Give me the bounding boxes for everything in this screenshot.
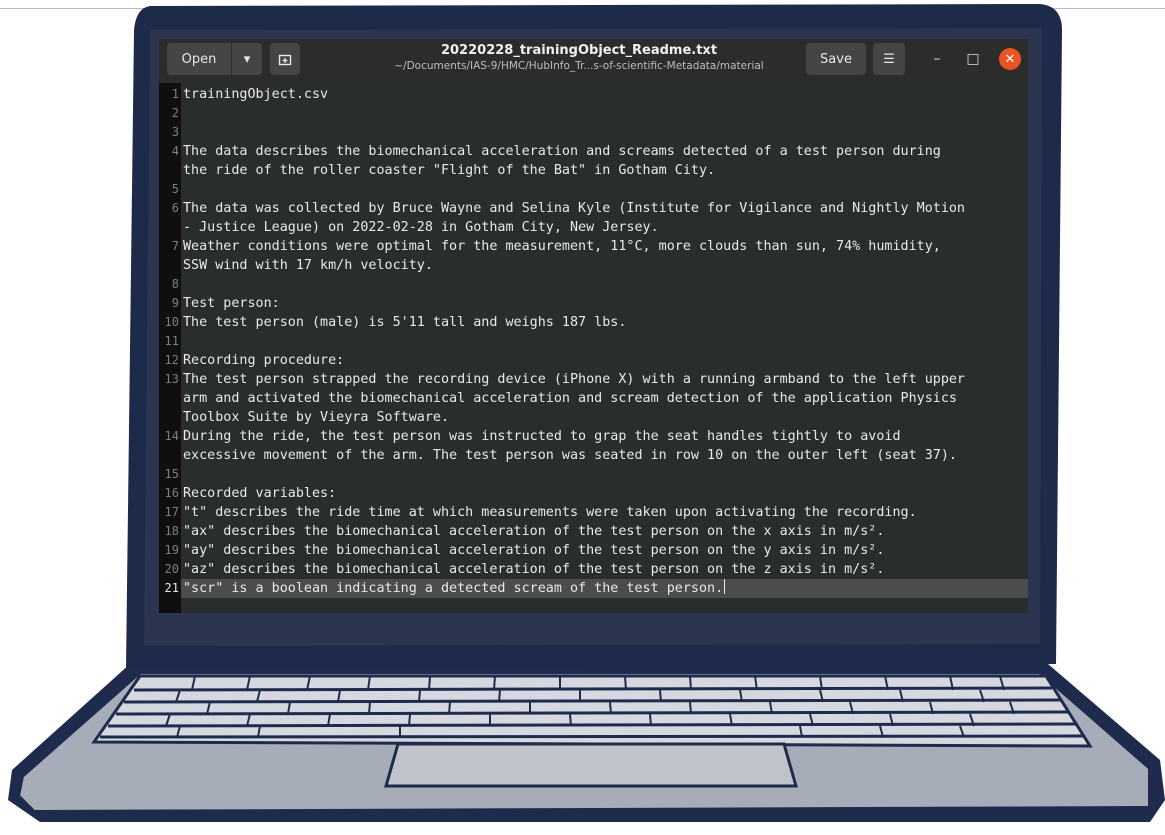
- line-number: 17: [164, 505, 179, 519]
- main-menu-button[interactable]: ☰: [873, 43, 905, 75]
- line-text: trainingObject.csv: [183, 87, 329, 102]
- file-path: ~/Documents/IAS-9/HMC/HubInfo_Tr...s-of-…: [394, 60, 764, 72]
- text-editor-area[interactable]: 1 trainingObject.csv 2 3 4 The data describes…: [159, 83, 1028, 613]
- editor-line[interactable]: 6 The data was collected by Bruce Wayne a…: [159, 199, 1028, 237]
- line-text: "t" describes the ride time at which mea…: [183, 505, 917, 520]
- save-button[interactable]: Save: [806, 43, 866, 75]
- editor-line[interactable]: 19 "ay" describes the biomechanical accel…: [159, 541, 1028, 560]
- line-text: "ay" describes the biomechanical acceler…: [183, 543, 885, 558]
- editor-line[interactable]: 10 The test person (male) is 5'11 tall an…: [159, 313, 1028, 332]
- line-number: 20: [164, 562, 179, 576]
- line-number: 15: [164, 467, 179, 481]
- editor-line[interactable]: 13 The test person strapped the recording…: [159, 370, 1028, 427]
- editor-line[interactable]: 14 During the ride, the test person was i…: [159, 427, 1028, 465]
- window-title: 20220228_trainingObject_Readme.txt: [440, 43, 718, 58]
- editor-line[interactable]: 12 Recording procedure:: [159, 351, 1028, 370]
- line-number: 5: [171, 182, 179, 196]
- line-text: Recorded variables:: [183, 486, 337, 501]
- text-cursor: [724, 579, 726, 594]
- editor-line[interactable]: 18 "ax" describes the biomechanical accel…: [159, 522, 1028, 541]
- line-number: 13: [164, 372, 179, 386]
- line-text: During the ride, the test person was ins…: [183, 429, 957, 463]
- line-text: The data describes the biomechanical acc…: [183, 144, 941, 178]
- line-number: 10: [164, 315, 179, 329]
- maximize-button[interactable]: □: [961, 47, 985, 71]
- editor-line[interactable]: 16 Recorded variables:: [159, 484, 1028, 503]
- line-number: 14: [164, 429, 179, 443]
- line-number: 12: [164, 353, 179, 367]
- line-text: "scr" is a boolean indicating a detected…: [183, 579, 726, 596]
- minimize-button[interactable]: –: [925, 47, 949, 71]
- editor-line[interactable]: 5: [159, 180, 1028, 199]
- editor-line[interactable]: 3: [159, 123, 1028, 142]
- editor-line[interactable]: 1 trainingObject.csv: [159, 85, 1028, 104]
- editor-line[interactable]: 9 Test person:: [159, 294, 1028, 313]
- line-text: The test person strapped the recording d…: [183, 372, 965, 425]
- editor-line[interactable]: 2: [159, 104, 1028, 123]
- line-number: 18: [164, 524, 179, 538]
- line-number: 1: [171, 87, 179, 101]
- line-number: 11: [164, 334, 179, 348]
- line-text: Test person:: [183, 296, 280, 311]
- window-title-area: 20220228_trainingObject_Readme.txt ~/Doc…: [359, 43, 799, 72]
- editor-line[interactable]: 4 The data describes the biomechanical ac…: [159, 142, 1028, 180]
- line-number: 3: [171, 125, 179, 139]
- hamburger-menu-icon: ☰: [883, 51, 895, 67]
- line-number: 9: [171, 296, 179, 310]
- editor-line[interactable]: 11: [159, 332, 1028, 351]
- line-text: Weather conditions were optimal for the …: [183, 239, 941, 273]
- line-text: "ax" describes the biomechanical acceler…: [183, 524, 885, 539]
- line-number: 16: [164, 486, 179, 500]
- line-number: 7: [171, 239, 179, 253]
- editor-line[interactable]: 15: [159, 465, 1028, 484]
- line-number: 4: [171, 144, 179, 158]
- new-tab-icon: [278, 54, 292, 66]
- editor-line[interactable]: 8: [159, 275, 1028, 294]
- line-number: 6: [171, 201, 179, 215]
- line-number: 19: [164, 543, 179, 557]
- open-menu-button[interactable]: ▾: [232, 43, 262, 75]
- chevron-down-icon: ▾: [243, 51, 251, 67]
- text-editor-window: Open ▾ 20220228_trainingObject_Readme.tx…: [159, 39, 1028, 613]
- line-text: The test person (male) is 5'11 tall and …: [183, 315, 627, 330]
- line-number: 2: [171, 106, 179, 120]
- line-text: "az" describes the biomechanical acceler…: [183, 562, 885, 577]
- editor-line[interactable]: 21 "scr" is a boolean indicating a detect…: [159, 579, 1028, 598]
- line-text: The data was collected by Bruce Wayne an…: [183, 201, 965, 235]
- line-number: 8: [171, 277, 179, 291]
- line-number: 21: [164, 581, 179, 595]
- editor-line[interactable]: 17 "t" describes the ride time at which m…: [159, 503, 1028, 522]
- line-text: Recording procedure:: [183, 353, 345, 368]
- close-button[interactable]: ✕: [999, 48, 1021, 70]
- editor-line[interactable]: 7 Weather conditions were optimal for the…: [159, 237, 1028, 275]
- new-tab-button[interactable]: [270, 43, 300, 75]
- header-bar: Open ▾ 20220228_trainingObject_Readme.tx…: [159, 39, 1028, 83]
- editor-line[interactable]: 20 "az" describes the biomechanical accel…: [159, 560, 1028, 579]
- open-button[interactable]: Open: [167, 43, 231, 75]
